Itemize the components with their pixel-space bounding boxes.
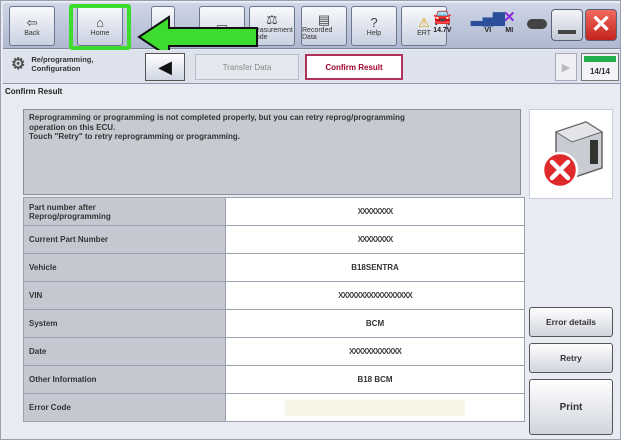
measurement-icon: ⚖: [266, 11, 278, 27]
minimize-icon: [558, 30, 576, 34]
ecu-error-icon: [541, 121, 604, 189]
progress-bar: [584, 56, 616, 62]
row-label-line2: Reprog/programming: [29, 211, 111, 221]
retry-button[interactable]: Retry: [529, 343, 613, 373]
tab-confirm-result-label: Confirm Result: [325, 62, 383, 72]
mi-status: ✕ MI: [503, 9, 516, 34]
no-connection-icon: ✕: [503, 9, 516, 26]
table-row: Vehicle B18SENTRA: [23, 253, 525, 282]
section-title: Confirm Result: [5, 87, 63, 96]
help-button-label: Help: [366, 30, 382, 37]
result-message: Reprogramming or programming is not comp…: [23, 109, 521, 195]
triangle-left-icon: ◀: [158, 56, 172, 77]
wrench-gear-icon: ⚙: [11, 55, 26, 73]
row-label-system: System: [23, 309, 226, 338]
back-button-label: Back: [24, 30, 40, 37]
table-row: Date XXXXXXXXXXXX: [23, 337, 525, 366]
battery-voltage-status: 🚘 14.7V: [433, 9, 452, 34]
vi-status: ▂▄▆ VI: [471, 9, 505, 34]
row-value-error-code: [225, 393, 525, 422]
ert-button-label: ERT: [417, 30, 431, 37]
help-button[interactable]: ? Help: [351, 6, 397, 46]
error-details-button[interactable]: Error details: [529, 307, 613, 337]
result-table: Part number after Reprog/programming XXX…: [23, 197, 525, 422]
row-label-date: Date: [23, 337, 226, 366]
help-icon: ?: [370, 15, 378, 30]
triangle-right-icon: ▶: [561, 61, 571, 74]
row-label-part-number-after: Part number after Reprog/programming: [23, 197, 226, 226]
row-value-vehicle: B18SENTRA: [225, 253, 525, 282]
table-row: Current Part Number XXXXXXXX: [23, 225, 525, 254]
table-row: Part number after Reprog/programming XXX…: [23, 197, 525, 226]
row-value-vin: XXXXXXXXXXXXXXXXX: [225, 281, 525, 310]
consult-window: ⇦ Back ⌂ Home ▭ ⚖ Measurement Mode ▤ Rec…: [0, 0, 621, 440]
reprogramming-step-title: ⚙ Re/programming, Configuration: [11, 55, 93, 73]
row-label-line1: Part number after: [29, 202, 96, 212]
car-battery-icon: 🚘: [433, 9, 452, 26]
home-highlight-box: [69, 4, 131, 50]
message-line3: Touch "Retry" to retry reprogramming or …: [29, 132, 241, 141]
close-icon: ✕: [590, 11, 612, 38]
row-label-vehicle: Vehicle: [23, 253, 226, 282]
error-code-field: [285, 399, 465, 416]
table-row: Other Information B18 BCM: [23, 365, 525, 394]
recorded-data-icon: ▤: [317, 11, 331, 27]
message-line1: Reprogramming or programming is not comp…: [29, 113, 405, 122]
row-label-error-code: Error Code: [23, 393, 226, 422]
close-button[interactable]: ✕: [585, 9, 617, 41]
status-pill: [527, 19, 547, 29]
step-title-text: Re/programming, Configuration: [31, 55, 93, 73]
row-label-other-information: Other Information: [23, 365, 226, 394]
recorded-data-label: Recorded Data: [302, 26, 333, 41]
print-label: Print: [559, 401, 583, 413]
table-row: VIN XXXXXXXXXXXXXXXXX: [23, 281, 525, 310]
page-indicator: 14/14: [581, 53, 619, 81]
tab-transfer-data-label: Transfer Data: [222, 62, 272, 72]
step-back-button[interactable]: ◀: [145, 53, 185, 81]
row-value-system: BCM: [225, 309, 525, 338]
minimize-button[interactable]: [551, 9, 583, 41]
message-line2: operation on this ECU.: [29, 122, 116, 132]
page-indicator-text: 14/14: [589, 67, 611, 76]
row-label-vin: VIN: [23, 281, 226, 310]
table-row: Error Code: [23, 393, 525, 422]
table-row: System BCM: [23, 309, 525, 338]
step-next-button[interactable]: ▶: [555, 53, 577, 81]
row-value-other-information: B18 BCM: [225, 365, 525, 394]
ecu-error-image: [529, 109, 613, 199]
warning-icon: ⚠: [418, 15, 430, 30]
battery-voltage-label: 14.7V: [433, 27, 452, 34]
back-button[interactable]: ⇦ Back: [9, 6, 55, 46]
row-label-current-part-number: Current Part Number: [23, 225, 226, 254]
row-value-current-part-number: XXXXXXXX: [225, 225, 525, 254]
back-arrow-icon: ⇦: [26, 15, 38, 30]
error-details-label: Error details: [545, 317, 597, 327]
retry-label: Retry: [560, 353, 582, 363]
row-value-part-number-after: XXXXXXXX: [225, 197, 525, 226]
step-bar: ⚙ Re/programming, Configuration ◀ Transf…: [3, 50, 620, 84]
step-title-line2: Configuration: [31, 64, 81, 73]
recorded-data-button[interactable]: ▤ Recorded Data: [301, 6, 347, 46]
tab-confirm-result[interactable]: Confirm Result: [305, 54, 403, 80]
print-button[interactable]: Print: [529, 379, 613, 435]
signal-bars-icon: ▂▄▆: [471, 9, 505, 26]
vi-status-label: VI: [484, 27, 492, 34]
row-value-date: XXXXXXXXXXXX: [225, 337, 525, 366]
mi-status-label: MI: [505, 27, 514, 34]
tab-transfer-data[interactable]: Transfer Data: [195, 54, 299, 80]
step-title-line1: Re/programming,: [31, 55, 94, 64]
